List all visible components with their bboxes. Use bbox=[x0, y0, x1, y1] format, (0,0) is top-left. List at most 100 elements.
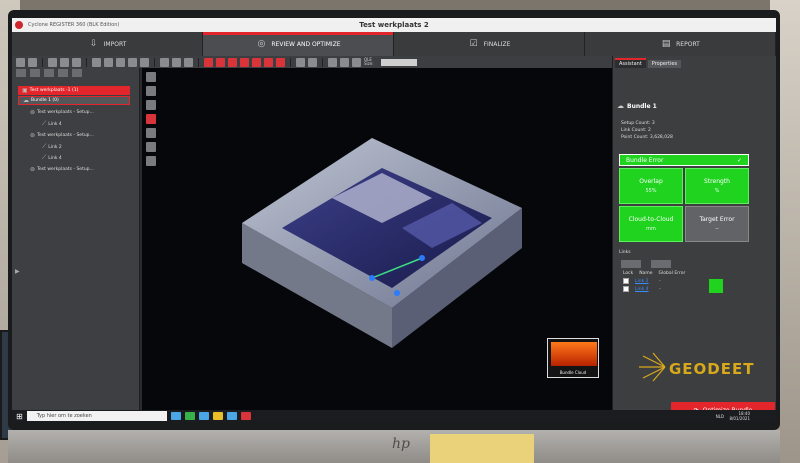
toolbar-divider bbox=[154, 57, 155, 67]
rotate-icon[interactable] bbox=[146, 114, 156, 124]
flag-icon[interactable] bbox=[264, 57, 273, 67]
pointer-icon[interactable] bbox=[146, 142, 156, 152]
metric-value: -- bbox=[715, 226, 719, 232]
step-report[interactable]: ▤ REPORT bbox=[585, 32, 776, 56]
layers-icon[interactable] bbox=[28, 57, 37, 67]
step-import[interactable]: ⇩ IMPORT bbox=[12, 32, 203, 56]
tray-date: 8/01/2021 bbox=[729, 416, 750, 421]
step-label: IMPORT bbox=[103, 40, 127, 48]
tray-language: NLD bbox=[715, 413, 724, 419]
tab-properties[interactable]: Properties bbox=[647, 60, 682, 68]
add-link-button[interactable] bbox=[621, 260, 641, 268]
3d-viewport[interactable]: Bundle Cloud bbox=[142, 68, 612, 422]
report-icon: ▤ bbox=[661, 39, 671, 49]
setup-icon: ⊚ bbox=[30, 166, 36, 173]
tree-tab-images[interactable] bbox=[30, 69, 40, 77]
link-name[interactable]: Link 2 bbox=[635, 279, 653, 284]
tree-link-node[interactable]: ⟋ Link 2 bbox=[42, 143, 62, 151]
tree-setup-node[interactable]: ⊚ Test werkplaats - Setup... bbox=[30, 166, 94, 173]
image-icon[interactable] bbox=[104, 57, 113, 67]
tree-setup-node[interactable]: ⊚ Test werkplaats - Setup... bbox=[30, 132, 94, 139]
dropdown-icon[interactable] bbox=[308, 57, 317, 67]
windows-start-icon[interactable]: ⊞ bbox=[16, 412, 23, 421]
qle-size-slider[interactable] bbox=[381, 58, 417, 66]
tree-tab-settings[interactable] bbox=[72, 69, 82, 77]
tree-tab-links[interactable] bbox=[58, 69, 68, 77]
target-icon[interactable] bbox=[204, 57, 213, 67]
store-icon[interactable] bbox=[226, 412, 237, 420]
taskbar-search[interactable]: Typ hier om te zoeken bbox=[26, 411, 167, 421]
tree-project-node[interactable]: ▣ Test werkplaats -1 (1) bbox=[18, 86, 130, 95]
bundle-error-bar[interactable]: Bundle Error ✓ bbox=[619, 154, 749, 166]
metric-overlap[interactable]: Overlap 55% bbox=[619, 168, 683, 204]
link-name[interactable]: Link 4 bbox=[635, 287, 653, 292]
task-view-icon[interactable] bbox=[170, 412, 181, 420]
lock-checkbox[interactable] bbox=[623, 278, 629, 284]
links-table: Lock Name Global Error Link 2 - Link 4 - bbox=[619, 270, 747, 293]
list-view-icon[interactable] bbox=[140, 57, 149, 67]
camera-icon[interactable] bbox=[92, 57, 101, 67]
link-icon: ⟋ bbox=[42, 154, 47, 161]
file-explorer-icon[interactable] bbox=[212, 412, 223, 420]
tree-setup-node[interactable]: ⊚ Test werkplaats - Setup... bbox=[30, 109, 94, 116]
ruler-icon[interactable] bbox=[172, 57, 181, 67]
clip-icon[interactable] bbox=[340, 57, 349, 67]
select-arrow-icon[interactable] bbox=[146, 72, 156, 82]
measure-icon[interactable] bbox=[160, 57, 169, 67]
step-review-optimize[interactable]: ◎ REVIEW AND OPTIMIZE bbox=[203, 32, 394, 56]
tree-tab-structure[interactable] bbox=[16, 69, 26, 77]
unlink-icon[interactable] bbox=[72, 57, 81, 67]
metric-target-error[interactable]: Target Error -- bbox=[685, 206, 749, 242]
tag-icon[interactable] bbox=[216, 57, 225, 67]
split-view-icon[interactable] bbox=[116, 57, 125, 67]
align-icon[interactable] bbox=[146, 128, 156, 138]
metric-cloud-to-cloud[interactable]: Cloud-to-Cloud mm bbox=[619, 206, 683, 242]
link-error: - bbox=[659, 286, 661, 292]
grid-view-icon[interactable] bbox=[128, 57, 137, 67]
hp-logo-icon: hp bbox=[392, 436, 410, 452]
marker-icon[interactable] bbox=[252, 57, 261, 67]
metric-value: mm bbox=[646, 226, 656, 232]
tree-view-icon[interactable] bbox=[16, 57, 25, 67]
eraser-icon[interactable] bbox=[184, 57, 193, 67]
project-tree-panel: ▣ Test werkplaats -1 (1) ☁ Bundle 1 (0) … bbox=[12, 68, 140, 422]
column-global-error: Global Error bbox=[658, 271, 686, 276]
sticky-note bbox=[430, 434, 534, 463]
box-view-icon[interactable] bbox=[328, 57, 337, 67]
tree-bundle-node[interactable]: ☁ Bundle 1 (0) bbox=[18, 96, 130, 105]
edge-icon[interactable] bbox=[198, 412, 209, 420]
lock-checkbox[interactable] bbox=[623, 286, 629, 292]
step-finalize[interactable]: ☑ FINALIZE bbox=[394, 32, 585, 56]
chrome-icon[interactable] bbox=[184, 412, 195, 420]
move-icon[interactable] bbox=[146, 100, 156, 110]
toolbar-divider bbox=[290, 57, 291, 67]
point-cloud[interactable] bbox=[222, 128, 542, 358]
tree-link-node[interactable]: ⟋ Link 4 bbox=[42, 120, 62, 128]
display-mode-icon[interactable] bbox=[296, 57, 305, 67]
cloud-icon[interactable] bbox=[228, 57, 237, 67]
pencil-icon[interactable] bbox=[240, 57, 249, 67]
metric-strength[interactable]: Strength % bbox=[685, 168, 749, 204]
column-name: Name bbox=[639, 271, 653, 276]
cyclone-app-icon[interactable] bbox=[240, 412, 251, 420]
metric-value: % bbox=[714, 188, 720, 194]
cube-icon[interactable] bbox=[146, 156, 156, 166]
settings-icon[interactable] bbox=[276, 57, 285, 67]
collapse-left-icon[interactable]: ▶ bbox=[15, 268, 20, 275]
tree-tab-targets[interactable] bbox=[44, 69, 54, 77]
bundle-cloud-thumbnail[interactable]: Bundle Cloud bbox=[547, 338, 599, 378]
pan-icon[interactable] bbox=[146, 86, 156, 96]
check-icon: ✓ bbox=[736, 156, 742, 164]
remove-link-button[interactable] bbox=[651, 260, 671, 268]
view-cube-icon[interactable] bbox=[48, 57, 57, 67]
screen: Cyclone REGISTER 360 (BLK Edition) Test … bbox=[12, 18, 776, 422]
error-status-indicator bbox=[709, 279, 723, 293]
tree-link-node[interactable]: ⟋ Link 4 bbox=[42, 154, 62, 162]
column-lock: Lock bbox=[623, 271, 634, 276]
zoom-fit-icon[interactable] bbox=[352, 57, 361, 67]
link-icon: ⟋ bbox=[42, 143, 47, 150]
toolbar-divider bbox=[42, 57, 43, 67]
step-label: REVIEW AND OPTIMIZE bbox=[271, 40, 341, 48]
link-icon[interactable] bbox=[60, 57, 69, 67]
tab-assistant[interactable]: Assistant bbox=[615, 58, 646, 68]
